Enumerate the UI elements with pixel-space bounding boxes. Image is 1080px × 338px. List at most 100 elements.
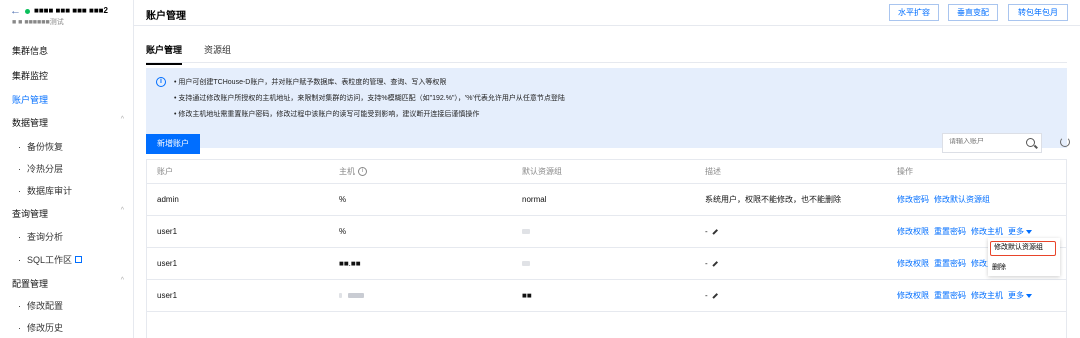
- search-input[interactable]: [949, 138, 1019, 145]
- sidebar-item-cluster-monitor[interactable]: 集群监控: [12, 69, 48, 82]
- host-cell: ■■.■■: [339, 259, 361, 268]
- back-arrow-icon[interactable]: ←: [10, 6, 21, 17]
- sidebar-group-data-mgmt[interactable]: 数据管理 ^: [12, 116, 124, 129]
- cluster-subtitle: ■ ■ ■■■■■■测试: [12, 19, 64, 26]
- description-text: -: [705, 291, 708, 300]
- notice-line: • 支持通过修改账户所授权的主机地址，来限制对集群的访问，支持%模糊匹配（如"1…: [174, 95, 565, 102]
- edit-pencil-icon[interactable]: [712, 292, 718, 299]
- description-cell: -: [705, 280, 718, 311]
- edit-pencil-icon[interactable]: [712, 260, 718, 267]
- sidebar-item-label: 备份恢复: [27, 142, 64, 152]
- account-cell: user1: [157, 291, 178, 300]
- table-row: user1 ■■.■■ - 修改权限 重置密码 修改主机: [147, 248, 1066, 280]
- bullet: ·: [18, 186, 21, 196]
- search-icon[interactable]: [1026, 138, 1035, 147]
- description-cell: -: [705, 216, 718, 247]
- main-panel: 账户管理 资源组 i • 用户可创建TCHouse-D账户，并对账户赋予数据库、…: [134, 26, 1080, 338]
- menu-item-change-default-group[interactable]: 修改默认资源组: [990, 241, 1056, 256]
- more-menu-link[interactable]: 更多: [1008, 290, 1032, 301]
- modify-permission-link[interactable]: 修改权限: [897, 290, 929, 301]
- edit-pencil-icon[interactable]: [712, 228, 718, 235]
- cluster-name: ■■■■ ■■■ ■■■ ■■■2: [34, 6, 108, 15]
- accounts-table: 账户 主机 i 默认资源组 描述 操作 admin % normal 系统用户，权…: [146, 159, 1067, 338]
- sidebar-item-sql-workspace[interactable]: · SQL工作区: [18, 253, 83, 266]
- sidebar-item-backup[interactable]: · 备份恢复: [18, 140, 63, 153]
- sidebar-item-modify-history[interactable]: · 修改历史: [18, 321, 63, 334]
- status-dot-icon: [25, 9, 30, 14]
- sidebar-item-account-mgmt[interactable]: 账户管理: [12, 93, 48, 106]
- redacted-value: [339, 293, 342, 298]
- caret-down-icon: [1026, 230, 1032, 234]
- group-cell: ■■: [522, 291, 532, 300]
- group-cell: normal: [522, 195, 547, 204]
- page-title: 账户管理: [146, 11, 186, 22]
- info-icon: i: [156, 77, 166, 87]
- table-row: user1 % - 修改权限 重置密码 修改主机 更多: [147, 216, 1066, 248]
- sidebar-item-modify-config[interactable]: · 修改配置: [18, 299, 63, 312]
- description-text: -: [705, 227, 708, 236]
- description-cell: -: [705, 248, 718, 279]
- more-label: 更多: [1008, 227, 1024, 236]
- group-cell: [522, 216, 530, 247]
- sidebar-group-label: 配置管理: [12, 279, 49, 289]
- bullet: ·: [18, 301, 21, 311]
- table-header: 账户 主机 i 默认资源组 描述 操作: [147, 160, 1066, 184]
- host-cell: %: [339, 227, 347, 236]
- add-account-button[interactable]: 新增账户: [146, 134, 200, 154]
- convert-billing-button[interactable]: 转包年包月: [1008, 4, 1068, 21]
- notice-line: • 用户可创建TCHouse-D账户，并对账户赋予数据库、表粒度的管理、查询、写…: [174, 79, 447, 86]
- bullet: ·: [18, 164, 21, 174]
- column-header-label: 主机: [339, 167, 355, 176]
- sidebar: ← ■■■■ ■■■ ■■■ ■■■2 ■ ■ ■■■■■■测试 集群信息 集群…: [0, 0, 134, 338]
- scale-out-button[interactable]: 水平扩容: [889, 4, 939, 21]
- bullet: ·: [18, 323, 21, 333]
- external-link-icon: [75, 256, 83, 263]
- redacted-value: [522, 229, 530, 234]
- modify-permission-link[interactable]: 修改权限: [897, 226, 929, 237]
- page-header: 账户管理 水平扩容 垂直变配 转包年包月: [134, 0, 1080, 26]
- host-cell: [339, 280, 364, 311]
- account-cell: user1: [157, 259, 178, 268]
- modify-host-link[interactable]: 修改主机: [971, 290, 1003, 301]
- sidebar-item-label: 数据库审计: [27, 186, 73, 196]
- sidebar-item-label: 修改历史: [27, 323, 64, 333]
- bullet: ·: [18, 142, 21, 152]
- reset-password-link[interactable]: 重置密码: [934, 290, 966, 301]
- column-header: 账户: [157, 167, 173, 176]
- reset-password-link[interactable]: 重置密码: [934, 226, 966, 237]
- reset-password-link[interactable]: 重置密码: [934, 258, 966, 269]
- sidebar-item-tiering[interactable]: · 冷热分层: [18, 162, 63, 175]
- column-header: 主机 i: [339, 160, 367, 183]
- description-text: -: [705, 259, 708, 268]
- notice-line: • 修改主机地址需重置账户密码，修改过程中该账户的读写可能受到影响，建议断开连接…: [174, 111, 480, 118]
- modify-permission-link[interactable]: 修改权限: [897, 258, 929, 269]
- search-box: [942, 133, 1042, 153]
- divider: [146, 62, 1067, 63]
- chevron-up-icon: ^: [120, 116, 124, 123]
- sidebar-group-query-mgmt[interactable]: 查询管理 ^: [12, 207, 124, 220]
- description-cell: 系统用户，权限不能修改，也不能删除: [705, 195, 841, 204]
- info-icon[interactable]: i: [358, 167, 367, 176]
- change-password-link[interactable]: 修改密码: [897, 194, 929, 205]
- change-default-group-link[interactable]: 修改默认资源组: [934, 194, 990, 205]
- sidebar-item-query-analysis[interactable]: · 查询分析: [18, 230, 63, 243]
- refresh-icon[interactable]: [1060, 137, 1070, 147]
- redacted-value: [522, 261, 530, 266]
- sidebar-item-label: 冷热分层: [27, 164, 64, 174]
- redacted-value: [348, 293, 364, 298]
- table-row: user1 ■■ - 修改权限 重置密码 修改主机 更多: [147, 280, 1066, 312]
- sidebar-item-audit[interactable]: · 数据库审计: [18, 184, 72, 197]
- modify-host-link[interactable]: 修改主机: [971, 226, 1003, 237]
- sidebar-group-config-mgmt[interactable]: 配置管理 ^: [12, 277, 124, 290]
- sidebar-item-cluster-info[interactable]: 集群信息: [12, 44, 48, 57]
- actions-cell: 修改密码 修改默认资源组: [897, 184, 995, 215]
- table-row: admin % normal 系统用户，权限不能修改，也不能删除 修改密码 修改…: [147, 184, 1066, 216]
- more-menu-link[interactable]: 更多: [1008, 226, 1032, 237]
- sidebar-group-label: 数据管理: [12, 118, 49, 128]
- menu-item-delete[interactable]: 删除: [992, 262, 1006, 272]
- column-header: 操作: [897, 167, 913, 176]
- caret-down-icon: [1026, 294, 1032, 298]
- bullet: ·: [18, 255, 21, 265]
- scale-up-button[interactable]: 垂直变配: [948, 4, 998, 21]
- sidebar-item-label: SQL工作区: [27, 255, 73, 265]
